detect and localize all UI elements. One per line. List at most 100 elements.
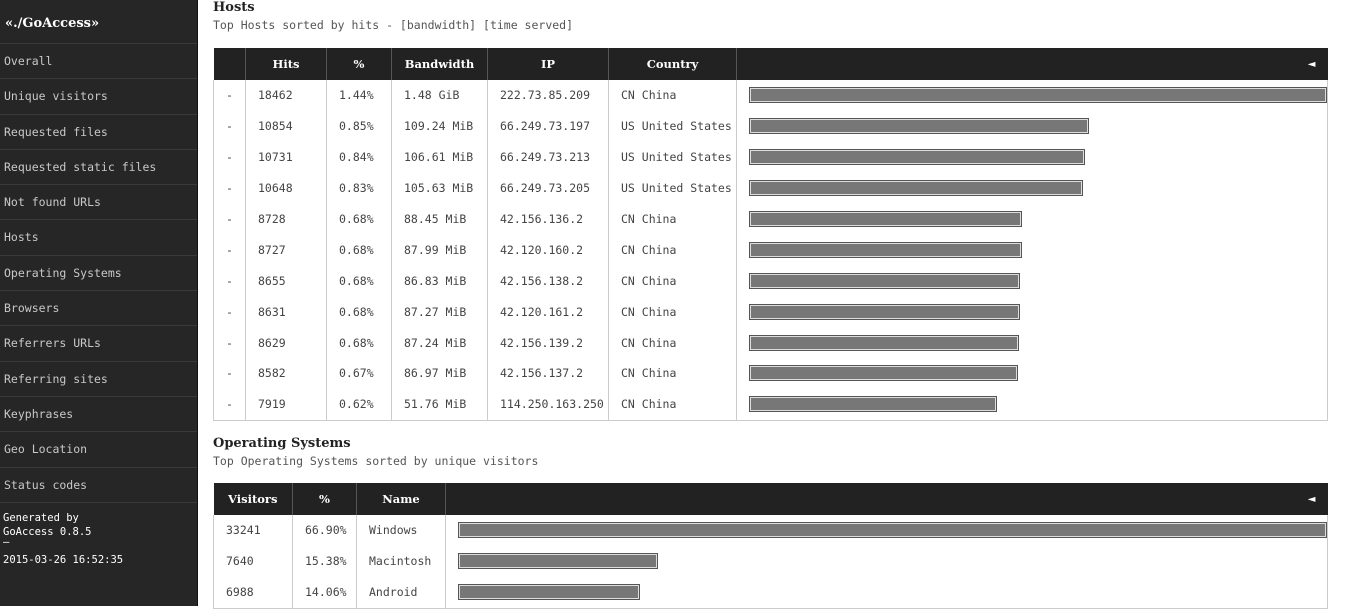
ip-cell: 42.156.138.2	[487, 265, 609, 297]
nav-item-operating-systems[interactable]: Operating Systems	[0, 256, 197, 292]
hosts-col-percent[interactable]: %	[326, 48, 392, 80]
country-cell: US United States	[608, 172, 737, 204]
nav-item-overall[interactable]: Overall	[0, 44, 197, 80]
ip-cell: 42.156.139.2	[487, 327, 609, 359]
app-brand[interactable]: «./GoAccess»	[0, 0, 197, 44]
expand-toggle[interactable]: -	[213, 141, 246, 173]
hosts-col-bandwidth[interactable]: Bandwidth	[391, 48, 488, 80]
nav-item-hosts[interactable]: Hosts	[0, 220, 197, 256]
expand-toggle[interactable]: -	[213, 80, 246, 111]
table-row[interactable]: -8727 0.68% 87.99 MiB 42.120.160.2 CN China	[213, 234, 1328, 266]
name-cell: Macintosh	[356, 545, 446, 577]
percent-cell: 0.68%	[326, 265, 392, 297]
table-row[interactable]: -8655 0.68% 86.83 MiB 42.156.138.2 CN China	[213, 265, 1328, 297]
ip-cell: 114.250.163.250	[487, 388, 609, 421]
hits-cell: 7919	[245, 388, 327, 421]
bandwidth-cell: 87.27 MiB	[391, 296, 488, 328]
hosts-col-hits[interactable]: Hits	[245, 48, 327, 80]
expand-toggle[interactable]: -	[213, 234, 246, 266]
os-header-row: Visitors % Name ◄	[213, 483, 1328, 515]
generated-date: 2015-03-26 16:52:35	[3, 553, 124, 566]
collapse-arrow-icon[interactable]: ◄	[736, 48, 1328, 80]
expand-toggle[interactable]: -	[213, 296, 246, 328]
table-row[interactable]: 7640 15.38% Macintosh	[213, 545, 1328, 577]
percent-cell: 0.67%	[326, 358, 392, 389]
nav-item-requested-static-files[interactable]: Requested static files	[0, 150, 197, 186]
expand-toggle[interactable]: -	[213, 388, 246, 421]
generated-by-label: Generated by	[3, 511, 79, 524]
country-cell: US United States	[608, 110, 737, 142]
collapse-arrow-icon[interactable]: ◄	[445, 483, 1328, 515]
table-row[interactable]: -8582 0.67% 86.97 MiB 42.156.137.2 CN China	[213, 358, 1328, 389]
bandwidth-cell: 86.83 MiB	[391, 265, 488, 297]
country-cell: CN China	[608, 358, 737, 389]
hosts-table-body: -18462 1.44% 1.48 GiB 222.73.85.209 CN China…	[213, 80, 1328, 421]
bar-cell	[736, 358, 1328, 389]
country-cell: CN China	[608, 234, 737, 266]
country-cell: US United States	[608, 141, 737, 173]
nav-item-unique-visitors[interactable]: Unique visitors	[0, 79, 197, 115]
nav-item-referrers-urls[interactable]: Referrers URLs	[0, 326, 197, 362]
table-row[interactable]: -10854 0.85% 109.24 MiB 66.249.73.197 US Uni…	[213, 110, 1328, 142]
hits-cell: 8582	[245, 358, 327, 389]
country-cell: CN China	[608, 80, 737, 111]
visitors-bar	[458, 522, 1327, 539]
ip-cell: 66.249.73.197	[487, 110, 609, 142]
percent-cell: 0.68%	[326, 327, 392, 359]
os-col-percent[interactable]: %	[292, 483, 357, 515]
percent-cell: 0.68%	[326, 234, 392, 266]
bar-cell	[736, 80, 1328, 111]
bandwidth-cell: 87.24 MiB	[391, 327, 488, 359]
hits-cell: 8728	[245, 203, 327, 235]
visitors-bar	[458, 553, 658, 570]
table-row[interactable]: -18462 1.44% 1.48 GiB 222.73.85.209 CN China	[213, 80, 1328, 111]
hosts-col-country[interactable]: Country	[608, 48, 737, 80]
table-row[interactable]: -10648 0.83% 105.63 MiB 66.249.73.205 US Uni…	[213, 172, 1328, 204]
table-row[interactable]: -8629 0.68% 87.24 MiB 42.156.139.2 CN China	[213, 327, 1328, 359]
percent-cell: 1.44%	[326, 80, 392, 111]
bandwidth-cell: 105.63 MiB	[391, 172, 488, 204]
nav-item-referring-sites[interactable]: Referring sites	[0, 362, 197, 397]
sidebar-footer: Generated by GoAccess 0.8.5 — 2015-03-26…	[0, 503, 197, 567]
os-col-name[interactable]: Name	[356, 483, 446, 515]
hosts-col-ip[interactable]: IP	[487, 48, 609, 80]
nav-item-requested-files[interactable]: Requested files	[0, 115, 197, 150]
table-row[interactable]: -8631 0.68% 87.27 MiB 42.120.161.2 CN China	[213, 296, 1328, 328]
bar-cell	[736, 296, 1328, 328]
expand-toggle[interactable]: -	[213, 358, 246, 389]
expand-toggle[interactable]: -	[213, 172, 246, 204]
bandwidth-cell: 86.97 MiB	[391, 358, 488, 389]
bar-cell	[736, 234, 1328, 266]
table-row[interactable]: -10731 0.84% 106.61 MiB 66.249.73.213 US Uni…	[213, 141, 1328, 173]
name-cell: Windows	[356, 515, 446, 546]
bar-cell	[445, 545, 1328, 577]
expand-toggle[interactable]: -	[213, 203, 246, 235]
hosts-subtitle: Top Hosts sorted by hits - [bandwidth] […	[213, 18, 574, 32]
os-title: Operating Systems	[213, 436, 351, 451]
hits-bar	[749, 211, 1023, 227]
nav-item-browsers[interactable]: Browsers	[0, 291, 197, 327]
table-row[interactable]: 33241 66.90% Windows	[213, 515, 1328, 546]
os-table-body: 33241 66.90% Windows 7640 15.38% Macintosh 698…	[213, 515, 1328, 609]
nav-item-not-found-urls[interactable]: Not found URLs	[0, 185, 197, 221]
table-row[interactable]: -8728 0.68% 88.45 MiB 42.156.136.2 CN China	[213, 203, 1328, 235]
hits-cell: 10854	[245, 110, 327, 142]
nav-item-geo-location[interactable]: Geo Location	[0, 432, 197, 468]
bandwidth-cell: 109.24 MiB	[391, 110, 488, 142]
os-col-visitors[interactable]: Visitors	[213, 483, 293, 515]
nav-item-keyphrases[interactable]: Keyphrases	[0, 397, 197, 433]
ip-cell: 66.249.73.205	[487, 172, 609, 204]
nav-item-status-codes[interactable]: Status codes	[0, 468, 197, 503]
expand-toggle[interactable]: -	[213, 265, 246, 297]
percent-cell: 66.90%	[292, 515, 357, 546]
percent-cell: 15.38%	[292, 545, 357, 577]
expand-toggle[interactable]: -	[213, 327, 246, 359]
table-row[interactable]: -7919 0.62% 51.76 MiB 114.250.163.250 CN Chi…	[213, 388, 1328, 421]
ip-cell: 42.156.137.2	[487, 358, 609, 389]
table-row[interactable]: 6988 14.06% Android	[213, 576, 1328, 609]
hits-cell: 8727	[245, 234, 327, 266]
ip-cell: 42.120.161.2	[487, 296, 609, 328]
visitors-cell: 7640	[213, 545, 293, 577]
expand-toggle[interactable]: -	[213, 110, 246, 142]
bar-cell	[736, 203, 1328, 235]
